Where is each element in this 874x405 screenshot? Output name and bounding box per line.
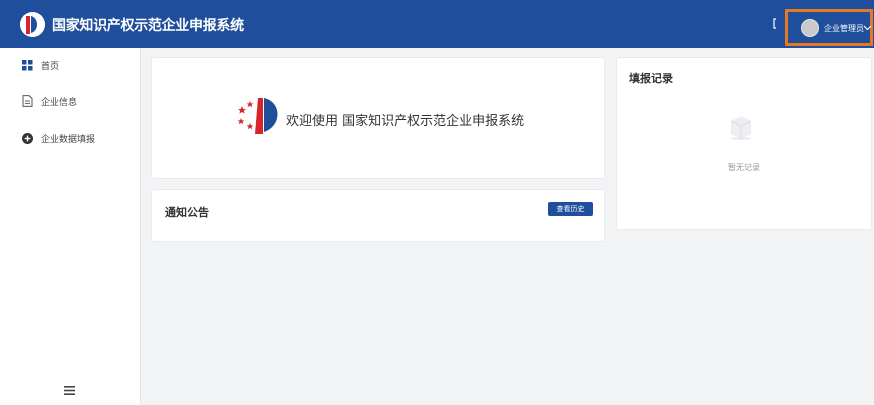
grid-icon [22,59,33,70]
fullscreen-icon[interactable] [773,18,783,29]
view-history-button[interactable]: 查看历史 [548,202,593,216]
avatar [801,19,819,37]
sidebar-item-label: 企业数据填报 [41,134,96,145]
records-card: 填报记录 暂无记录 [616,57,872,230]
document-icon [22,95,33,107]
logo-icon [20,12,45,37]
emblem-icon [237,98,278,134]
sidebar: 首页 企业信息 企业数据填报 [0,48,141,405]
notice-card: 通知公告 查看历史 [151,189,605,242]
sidebar-item-label: 首页 [41,61,60,72]
notice-title: 通知公告 [165,206,209,219]
menu-icon[interactable] [64,386,75,395]
sidebar-item-data-entry[interactable]: 企业数据填报 [22,130,95,146]
top-bar: 国家知识产权示范企业申报系统 企业管理员 [0,0,874,48]
welcome-text: 欢迎使用 国家知识产权示范企业申报系统 [286,114,525,129]
user-menu[interactable]: 企业管理员 [785,9,873,46]
app-title: 国家知识产权示范企业申报系统 [52,18,244,34]
sidebar-item-company-info[interactable]: 企业信息 [22,93,77,109]
records-title: 填报记录 [629,72,673,85]
sidebar-item-label: 企业信息 [41,97,78,108]
user-name: 企业管理员 [824,24,864,33]
empty-box-icon [730,116,752,140]
sidebar-item-home[interactable]: 首页 [22,57,59,73]
chevron-down-icon [863,25,872,31]
welcome-card: 欢迎使用 国家知识产权示范企业申报系统 [151,57,605,179]
plus-circle-icon [22,132,33,144]
empty-text: 暂无记录 [728,163,760,172]
